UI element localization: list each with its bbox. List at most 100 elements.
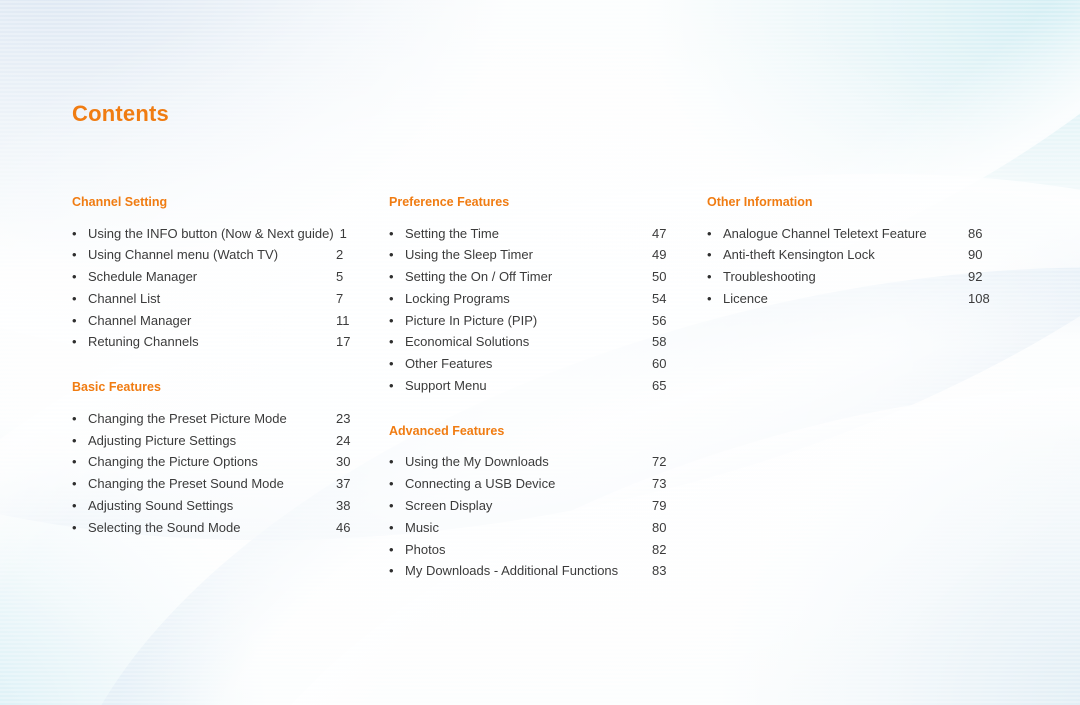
- bullet-icon: •: [72, 476, 77, 492]
- contents-entry[interactable]: • Economical Solutions 58: [389, 334, 679, 356]
- contents-entry[interactable]: • My Downloads - Additional Functions 83: [389, 563, 679, 585]
- contents-entry-label: Channel List: [88, 290, 161, 306]
- contents-entry[interactable]: • Setting the Time 47: [389, 226, 679, 248]
- contents-entry-page-number: 5: [336, 269, 344, 285]
- contents-entry-page-number: 60: [652, 356, 667, 372]
- contents-entry-page-number: 92: [968, 269, 983, 285]
- contents-entry[interactable]: • Music 80: [389, 520, 679, 542]
- contents-entry-label: Economical Solutions: [405, 334, 530, 350]
- contents-entry[interactable]: • Adjusting Sound Settings 38: [72, 498, 372, 520]
- contents-entry-label: Music: [405, 519, 439, 535]
- contents-entry-page-number: 46: [336, 519, 351, 535]
- contents-column-2: Preference Features • Setting the Time 47 • U…: [389, 196, 679, 585]
- section-heading-channel-setting: Channel Setting: [72, 195, 168, 209]
- bullet-icon: •: [389, 519, 394, 535]
- contents-entry-page-number: 58: [652, 334, 667, 350]
- contents-entry[interactable]: • Using the Sleep Timer 49: [389, 247, 679, 269]
- contents-entry[interactable]: • Schedule Manager 5: [72, 269, 372, 291]
- bullet-icon: •: [72, 225, 77, 241]
- contents-entry-label: Using the INFO button (Now & Next guide): [88, 225, 334, 241]
- contents-entry[interactable]: • Locking Programs 54: [389, 291, 679, 313]
- contents-entry-page-number: 30: [336, 454, 351, 470]
- heading-spacer: [389, 209, 679, 226]
- bullet-icon: •: [389, 312, 394, 328]
- contents-entry-page-number: 65: [652, 378, 667, 394]
- contents-entry[interactable]: • Using the INFO button (Now & Next guide…: [72, 226, 372, 248]
- contents-entry[interactable]: • Selecting the Sound Mode 46: [72, 520, 372, 542]
- contents-entry-label: Locking Programs: [405, 290, 510, 306]
- bullet-icon: •: [389, 334, 394, 350]
- contents-entry-page-number: 1: [339, 225, 347, 241]
- bullet-icon: •: [389, 563, 394, 579]
- section-heading-other-information: Other Information: [707, 195, 813, 209]
- contents-entry-page-number: 56: [652, 312, 667, 328]
- contents-entry-page-number: 38: [336, 497, 351, 513]
- contents-entry-label: Analogue Channel Teletext Feature: [723, 225, 927, 241]
- bullet-icon: •: [72, 410, 77, 426]
- contents-entry-label: Photos: [405, 541, 446, 557]
- contents-entry-label: Troubleshooting: [723, 269, 816, 285]
- bullet-icon: •: [707, 247, 712, 263]
- contents-entry-label: Other Features: [405, 356, 493, 372]
- contents-entry[interactable]: • Analogue Channel Teletext Feature 86: [707, 226, 1007, 248]
- bullet-icon: •: [389, 356, 394, 372]
- contents-section-other-information: Other Information • Analogue Channel Telet…: [707, 196, 1007, 313]
- contents-entry-label: Changing the Preset Picture Mode: [88, 410, 287, 426]
- contents-entry-label: Screen Display: [405, 497, 493, 513]
- contents-entry[interactable]: • Adjusting Picture Settings 24: [72, 433, 372, 455]
- heading-spacer: [72, 394, 372, 411]
- contents-entry[interactable]: • Retuning Channels 17: [72, 334, 372, 356]
- contents-entry-list: • Changing the Preset Picture Mode 23 • Adju…: [72, 411, 372, 542]
- contents-entry-label: Support Menu: [405, 378, 487, 394]
- contents-entry[interactable]: • Other Features 60: [389, 356, 679, 378]
- contents-section-basic-features: Basic Features • Changing the Preset Pictu…: [72, 381, 372, 541]
- contents-entry-label: Setting the On / Off Timer: [405, 269, 553, 285]
- heading-spacer: [72, 209, 372, 226]
- contents-entry[interactable]: • Picture In Picture (PIP) 56: [389, 313, 679, 335]
- bullet-icon: •: [72, 247, 77, 263]
- contents-entry-page-number: 83: [652, 563, 667, 579]
- contents-entry-list: • Using the INFO button (Now & Next guide…: [72, 226, 372, 357]
- contents-content: Contents Channel Setting • Using the INFO …: [0, 0, 1080, 705]
- contents-entry[interactable]: • Changing the Preset Picture Mode 23: [72, 411, 372, 433]
- section-heading-preference-features: Preference Features: [389, 195, 510, 209]
- contents-entry[interactable]: • Licence 108: [707, 291, 1007, 313]
- contents-column-1: Channel Setting • Using the INFO button (N…: [72, 196, 372, 542]
- contents-entry-label: Using the My Downloads: [405, 454, 549, 470]
- contents-entry[interactable]: • Using the My Downloads 72: [389, 454, 679, 476]
- contents-entry-page-number: 47: [652, 225, 667, 241]
- contents-entry[interactable]: • Channel List 7: [72, 291, 372, 313]
- contents-entry[interactable]: • Screen Display 79: [389, 498, 679, 520]
- contents-entry[interactable]: • Setting the On / Off Timer 50: [389, 269, 679, 291]
- contents-entry[interactable]: • Channel Manager 11: [72, 313, 372, 335]
- contents-entry[interactable]: • Changing the Preset Sound Mode 37: [72, 476, 372, 498]
- contents-entry-page-number: 23: [336, 410, 351, 426]
- contents-entry[interactable]: • Support Menu 65: [389, 378, 679, 400]
- contents-entry-label: My Downloads - Additional Functions: [405, 563, 619, 579]
- contents-entry-list: • Setting the Time 47 • Using the Sleep Time…: [389, 226, 679, 400]
- bullet-icon: •: [72, 497, 77, 513]
- section-heading-basic-features: Basic Features: [72, 380, 161, 395]
- bullet-icon: •: [389, 269, 394, 285]
- bullet-icon: •: [389, 454, 394, 470]
- contents-entry-page-number: 82: [652, 541, 667, 557]
- bullet-icon: •: [707, 225, 712, 241]
- contents-entry-page-number: 7: [336, 290, 344, 306]
- contents-entry-page-number: 108: [968, 290, 990, 306]
- contents-entry[interactable]: • Troubleshooting 92: [707, 269, 1007, 291]
- heading-spacer: [707, 209, 1007, 226]
- contents-entry-label: Changing the Picture Options: [88, 454, 258, 470]
- bullet-icon: •: [389, 378, 394, 394]
- contents-entry-label: Connecting a USB Device: [405, 476, 556, 492]
- contents-entry[interactable]: • Anti-theft Kensington Lock 90: [707, 247, 1007, 269]
- contents-entry[interactable]: • Photos 82: [389, 542, 679, 564]
- contents-entry-page-number: 24: [336, 432, 351, 448]
- contents-entry[interactable]: • Changing the Picture Options 30: [72, 454, 372, 476]
- contents-entry[interactable]: • Connecting a USB Device 73: [389, 476, 679, 498]
- contents-entry-page-number: 79: [652, 497, 667, 513]
- contents-entry[interactable]: • Using Channel menu (Watch TV) 2: [72, 247, 372, 269]
- bullet-icon: •: [707, 269, 712, 285]
- heading-spacer: [389, 437, 679, 454]
- contents-page: Contents Channel Setting • Using the INFO …: [0, 0, 1080, 705]
